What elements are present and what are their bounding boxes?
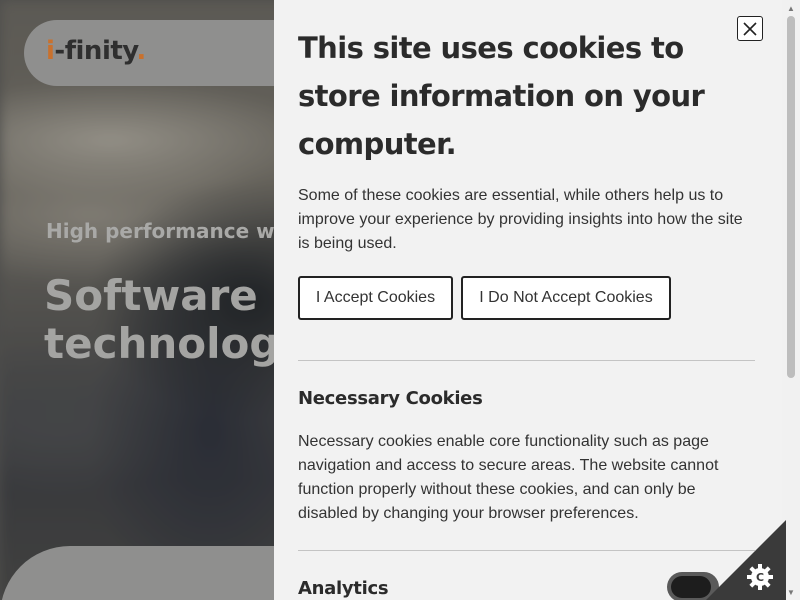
svg-text:C: C bbox=[756, 571, 764, 584]
scrollbar-thumb[interactable] bbox=[787, 16, 795, 378]
cookie-panel-intro: Some of these cookies are essential, whi… bbox=[298, 187, 743, 252]
cookie-gear-icon: C bbox=[747, 564, 773, 590]
cookie-panel-title: This site uses cookies to store informat… bbox=[298, 31, 705, 161]
logo-text: -finity bbox=[54, 36, 137, 66]
cookie-panel: This site uses cookies to store informat… bbox=[274, 0, 800, 600]
logo-dot: . bbox=[136, 36, 146, 66]
accept-cookies-button[interactable]: I Accept Cookies bbox=[298, 276, 453, 320]
scroll-up-arrow-icon[interactable]: ▲ bbox=[782, 0, 800, 16]
divider bbox=[298, 360, 755, 361]
necessary-cookies-title: Necessary Cookies bbox=[298, 388, 483, 409]
cookie-settings-badge[interactable]: C bbox=[706, 520, 786, 600]
necessary-cookies-description: Necessary cookies enable core functional… bbox=[298, 433, 719, 522]
analytics-toggle-knob bbox=[671, 576, 711, 598]
decline-cookies-button[interactable]: I Do Not Accept Cookies bbox=[461, 276, 671, 320]
site-logo[interactable]: i-finity. bbox=[46, 36, 146, 66]
divider bbox=[298, 550, 755, 551]
close-button[interactable] bbox=[737, 16, 763, 41]
analytics-title: Analytics bbox=[298, 578, 389, 599]
scrollbar[interactable]: ▲ ▼ bbox=[782, 0, 800, 600]
cookie-badge-shape: C bbox=[706, 520, 786, 600]
close-icon bbox=[743, 21, 757, 36]
